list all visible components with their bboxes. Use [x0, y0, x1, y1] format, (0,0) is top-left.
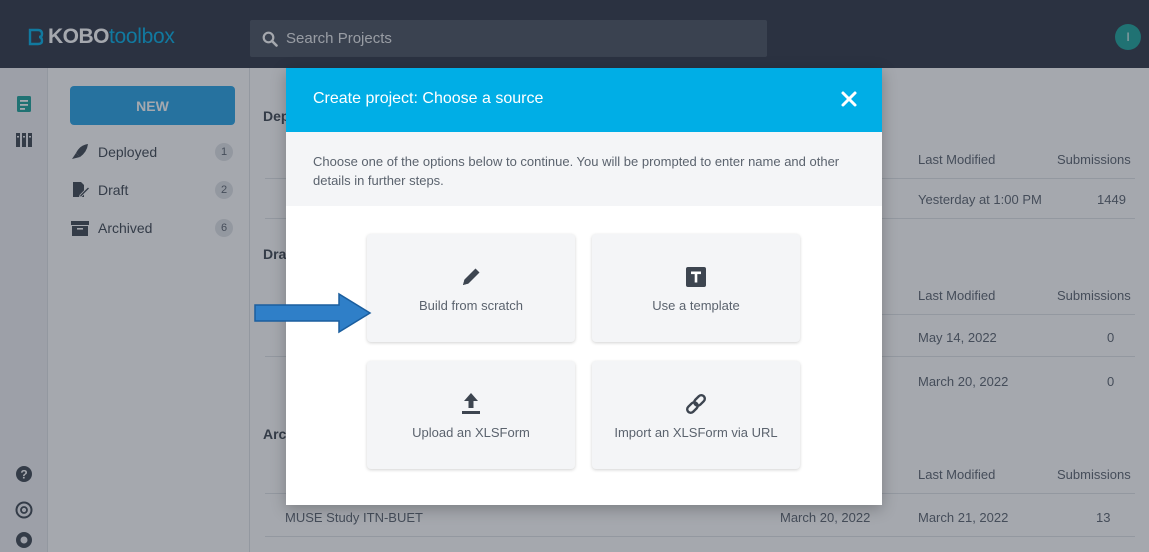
upload-xlsform-button[interactable]: Upload an XLSForm [367, 361, 575, 469]
card-label: Upload an XLSForm [412, 425, 530, 440]
card-label: Use a template [652, 298, 740, 313]
template-icon [683, 264, 709, 290]
import-xlsform-url-button[interactable]: Import an XLSForm via URL [592, 361, 800, 469]
modal-intro: Choose one of the options below to conti… [286, 132, 882, 206]
link-icon [683, 391, 709, 417]
modal-intro-text: Choose one of the options below to conti… [313, 154, 840, 188]
modal-title: Create project: Choose a source [313, 90, 544, 107]
close-icon[interactable] [836, 86, 862, 112]
upload-icon [458, 391, 484, 417]
pencil-icon [458, 264, 484, 290]
card-label: Import an XLSForm via URL [614, 425, 778, 440]
modal-header: Create project: Choose a source [286, 68, 882, 132]
use-template-button[interactable]: Use a template [592, 234, 800, 342]
build-from-scratch-button[interactable]: Build from scratch [367, 234, 575, 342]
create-project-modal: Create project: Choose a source Choose o… [286, 68, 882, 505]
annotation-arrow-icon [254, 292, 372, 334]
card-label: Build from scratch [418, 298, 524, 313]
